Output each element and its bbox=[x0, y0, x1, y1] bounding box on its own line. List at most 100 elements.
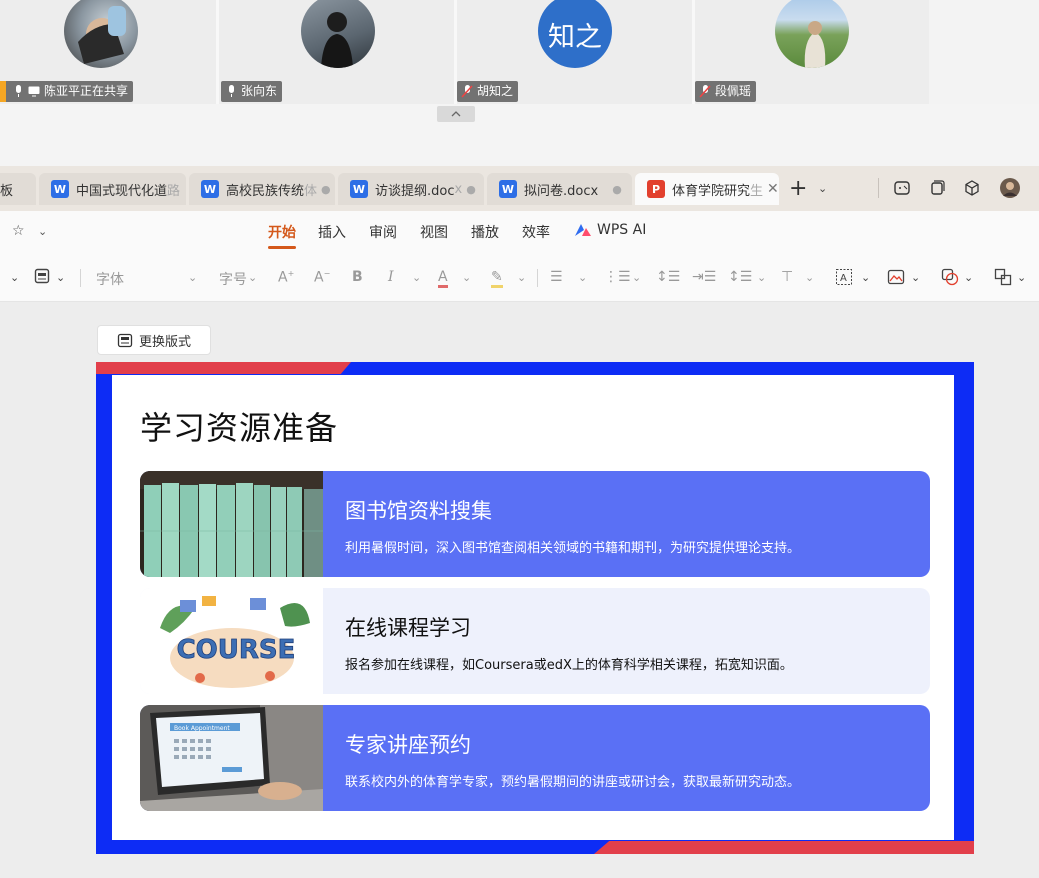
microphone-icon bbox=[12, 85, 24, 99]
participant-tile[interactable]: 知之 胡知之 bbox=[457, 0, 692, 104]
participant-name-tag: 陈亚平正在共享 bbox=[0, 81, 134, 102]
ribbon-tab-play[interactable]: 播放 bbox=[471, 222, 499, 242]
indent-icon[interactable]: ⇥☰ bbox=[692, 269, 716, 285]
appointment-laptop-image: Book Appointment bbox=[140, 705, 323, 811]
paragraph-spacing-icon[interactable]: ↕☰ bbox=[728, 269, 752, 285]
chevron-down-icon[interactable]: ⌄ bbox=[861, 271, 870, 284]
chevron-down-icon[interactable]: ⌄ bbox=[412, 271, 421, 284]
change-layout-label: 更换版式 bbox=[138, 334, 191, 350]
document-tab[interactable]: W 中国式现代化道路 bbox=[39, 173, 186, 205]
line-spacing-icon[interactable]: ↕☰ bbox=[656, 269, 680, 285]
chevron-down-icon[interactable]: ⌄ bbox=[578, 271, 587, 284]
document-tab-active[interactable]: P 体育学院研究生 ✕ bbox=[635, 173, 779, 205]
document-tab[interactable]: W 高校民族传统体 ● bbox=[189, 173, 335, 205]
cube-icon[interactable] bbox=[961, 177, 983, 199]
collapse-video-strip-button[interactable] bbox=[437, 106, 475, 122]
document-tab[interactable]: W 访谈提纲.doc x ● bbox=[338, 173, 484, 205]
participant-name: 胡知之 bbox=[477, 84, 514, 98]
ribbon-tab-efficiency[interactable]: 效率 bbox=[522, 222, 550, 242]
participant-name-tag: 段佩瑶 bbox=[695, 81, 757, 102]
presentation-doc-icon: P bbox=[647, 180, 665, 198]
chevron-down-icon[interactable]: ⌄ bbox=[964, 271, 973, 284]
tabbar-divider bbox=[878, 178, 879, 198]
sharing-indicator bbox=[0, 81, 6, 102]
arrange-icon[interactable] bbox=[994, 268, 1012, 290]
change-layout-button[interactable]: 更换版式 bbox=[97, 325, 211, 355]
font-color-icon[interactable]: A bbox=[438, 269, 448, 288]
wps-ai-icon bbox=[575, 224, 591, 236]
participant-tile[interactable]: 张向东 bbox=[219, 0, 454, 104]
chevron-down-icon[interactable]: ⌄ bbox=[248, 271, 257, 284]
chevron-down-icon[interactable]: ⌄ bbox=[517, 271, 526, 284]
chevron-down-icon[interactable]: ⌄ bbox=[56, 271, 65, 284]
chevron-down-icon[interactable]: ⌄ bbox=[10, 271, 19, 284]
image-icon[interactable] bbox=[887, 268, 905, 290]
word-doc-icon: W bbox=[350, 180, 368, 198]
card-title: 专家讲座预约 bbox=[345, 733, 471, 757]
slide-title[interactable]: 学习资源准备 bbox=[140, 403, 338, 449]
highlight-icon[interactable]: ✎ bbox=[491, 269, 503, 288]
text-direction-icon[interactable]: ⊤ bbox=[781, 269, 793, 285]
align-icon[interactable]: ☰ bbox=[550, 269, 563, 285]
bullet-list-icon[interactable]: ⋮☰ bbox=[604, 269, 631, 285]
chevron-down-icon[interactable]: ⌄ bbox=[632, 271, 641, 284]
chevron-down-icon[interactable]: ⌄ bbox=[818, 182, 827, 195]
user-avatar[interactable] bbox=[999, 177, 1021, 199]
increase-font-icon[interactable]: A+ bbox=[278, 269, 294, 286]
participant-tile[interactable]: 陈亚平正在共享 bbox=[0, 0, 216, 104]
ribbon-tab-start[interactable]: 开始 bbox=[268, 222, 296, 242]
library-books-image bbox=[140, 471, 323, 577]
microphone-muted-icon bbox=[461, 85, 473, 99]
ribbon-tab-wps-ai[interactable]: WPS AI bbox=[574, 222, 646, 238]
layout-icon bbox=[117, 333, 133, 347]
presentation-slide[interactable]: 学习资源准备 图书馆资料搜集 利用暑假时间，深入图书馆查阅相关领域的书籍和期刊，… bbox=[96, 362, 974, 854]
resource-card[interactable]: COURSE 在线课程学习 报名参加在线课程，如Coursera或edX上的体育… bbox=[140, 588, 930, 694]
ribbon-tab-view[interactable]: 视图 bbox=[420, 222, 448, 242]
participant-avatar: 知之 bbox=[538, 0, 612, 68]
document-tab[interactable]: W 拟问卷.docx ● bbox=[487, 173, 632, 205]
participant-name: 张向东 bbox=[241, 84, 278, 98]
participant-tile[interactable]: 段佩瑶 bbox=[695, 0, 929, 104]
bold-icon[interactable]: B bbox=[352, 269, 363, 285]
card-description: 联系校内外的体育学专家，预约暑假期间的讲座或研讨会，获取最新研究动态。 bbox=[345, 775, 801, 790]
meeting-gap-area bbox=[0, 104, 1039, 166]
unsaved-dot: ● bbox=[321, 182, 331, 196]
text-box-icon[interactable]: A bbox=[835, 268, 853, 290]
ribbon-tab-insert[interactable]: 插入 bbox=[318, 222, 346, 242]
active-tab-indicator bbox=[268, 246, 296, 249]
font-size-select[interactable]: 字号 bbox=[219, 269, 247, 289]
decrease-font-icon[interactable]: A− bbox=[314, 269, 330, 286]
unsaved-dot: ● bbox=[466, 182, 476, 196]
ribbon-tab-review[interactable]: 审阅 bbox=[369, 222, 397, 242]
shape-icon[interactable] bbox=[941, 268, 959, 290]
layout-icon[interactable] bbox=[34, 268, 50, 288]
italic-icon[interactable]: I bbox=[388, 269, 394, 285]
screen-share-icon bbox=[28, 85, 40, 99]
word-doc-icon: W bbox=[51, 180, 69, 198]
chevron-down-icon[interactable]: ⌄ bbox=[38, 225, 47, 238]
new-tab-button[interactable]: + bbox=[789, 178, 807, 200]
card-description: 报名参加在线课程，如Coursera或edX上的体育科学相关课程，拓宽知识面。 bbox=[345, 658, 793, 673]
resource-card[interactable]: 图书馆资料搜集 利用暑假时间，深入图书馆查阅相关领域的书籍和期刊，为研究提供理论… bbox=[140, 471, 930, 577]
microphone-muted-icon bbox=[699, 85, 711, 99]
chevron-down-icon[interactable]: ⌄ bbox=[757, 271, 766, 284]
star-icon[interactable]: ☆ bbox=[12, 223, 25, 239]
chevron-down-icon[interactable]: ⌄ bbox=[188, 271, 197, 284]
chevron-up-icon bbox=[451, 111, 461, 117]
document-tab[interactable]: 板 bbox=[0, 173, 36, 205]
window-restore-icon[interactable] bbox=[926, 177, 948, 199]
participant-name-tag: 张向东 bbox=[221, 81, 283, 102]
font-family-select[interactable]: 字体 bbox=[96, 269, 124, 289]
chevron-down-icon[interactable]: ⌄ bbox=[911, 271, 920, 284]
card-title: 在线课程学习 bbox=[345, 616, 471, 640]
screenshot-icon[interactable] bbox=[891, 177, 913, 199]
chevron-down-icon[interactable]: ⌄ bbox=[462, 271, 471, 284]
resource-card[interactable]: Book Appointment 专家讲座预约 联系校内外的体育学专家，预约暑假… bbox=[140, 705, 930, 811]
chevron-down-icon[interactable]: ⌄ bbox=[1017, 271, 1026, 284]
document-tab-bar: 板 W 中国式现代化道路 W 高校民族传统体 ● W 访谈提纲.doc x ● W… bbox=[0, 166, 1039, 211]
close-tab-icon[interactable]: ✕ bbox=[767, 181, 779, 197]
participant-avatar bbox=[775, 0, 849, 68]
chevron-down-icon[interactable]: ⌄ bbox=[805, 271, 814, 284]
card-title: 图书馆资料搜集 bbox=[345, 499, 492, 523]
slide-accent-bottom bbox=[594, 841, 974, 854]
